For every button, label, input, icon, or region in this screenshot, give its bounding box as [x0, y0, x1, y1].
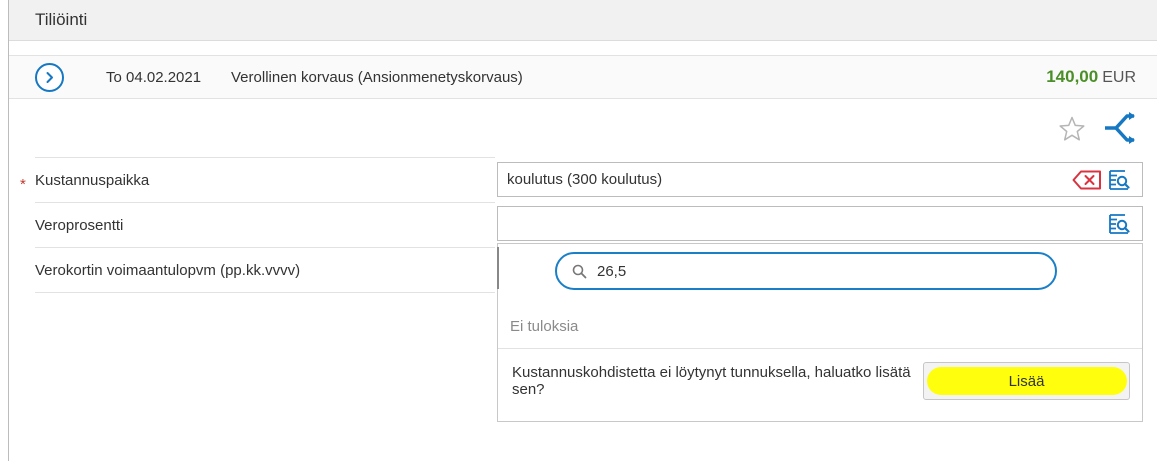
- kustannuspaikka-input[interactable]: koulutus (300 koulutus): [497, 162, 1143, 197]
- transaction-date: To 04.02.2021: [106, 69, 202, 86]
- veroprosentti-dropdown: Ei tuloksia Kustannuskohdistetta ei löyt…: [497, 243, 1143, 422]
- field-row-kustannuspaikka: Kustannuspaikka: [35, 158, 495, 203]
- add-button[interactable]: Lisää: [923, 362, 1130, 400]
- dropdown-edge-handle: [497, 247, 499, 289]
- required-marker: *: [20, 176, 26, 193]
- veroprosentti-input[interactable]: [497, 206, 1143, 241]
- dropdown-divider: [498, 348, 1142, 349]
- not-found-message: Kustannuskohdistetta ei löytynyt tunnuks…: [512, 364, 911, 398]
- section-title: Tiliöinti: [35, 10, 88, 29]
- field-row-veroprosentti: Veroprosentti: [35, 203, 495, 248]
- dropdown-search[interactable]: [555, 252, 1057, 290]
- lookup-list-icon[interactable]: [1108, 169, 1130, 196]
- amount-currency: EUR: [1102, 69, 1136, 86]
- kustannuspaikka-value: koulutus (300 koulutus): [507, 171, 663, 188]
- field-label-verokortin-voimaantulopvm: Verokortin voimaantulopvm (pp.kk.vvvv): [35, 262, 301, 279]
- star-outline-icon[interactable]: [1058, 115, 1086, 148]
- search-icon: [572, 264, 587, 284]
- chevron-right-circle-icon[interactable]: [35, 63, 64, 92]
- clear-icon[interactable]: [1072, 170, 1102, 195]
- section-header: Tiliöinti: [9, 0, 1157, 41]
- search-input[interactable]: [597, 260, 1037, 282]
- no-results-text: Ei tuloksia: [510, 318, 579, 335]
- transaction-amount: 140,00 EUR: [1046, 67, 1136, 87]
- transaction-description: Verollinen korvaus (Ansionmenetyskorvaus…: [231, 69, 523, 86]
- amount-value: 140,00: [1046, 67, 1099, 86]
- add-button-label: Lisää: [1008, 373, 1045, 390]
- lookup-list-icon[interactable]: [1108, 213, 1130, 240]
- shuffle-arrows-icon[interactable]: [1102, 110, 1138, 151]
- field-label-kustannuspaikka: Kustannuspaikka: [35, 172, 150, 189]
- transaction-row: To 04.02.2021 Verollinen korvaus (Ansion…: [9, 55, 1157, 99]
- field-label-veroprosentti: Veroprosentti: [35, 217, 124, 234]
- field-row-verokortin-voimaantulopvm: Verokortin voimaantulopvm (pp.kk.vvvv): [35, 248, 495, 293]
